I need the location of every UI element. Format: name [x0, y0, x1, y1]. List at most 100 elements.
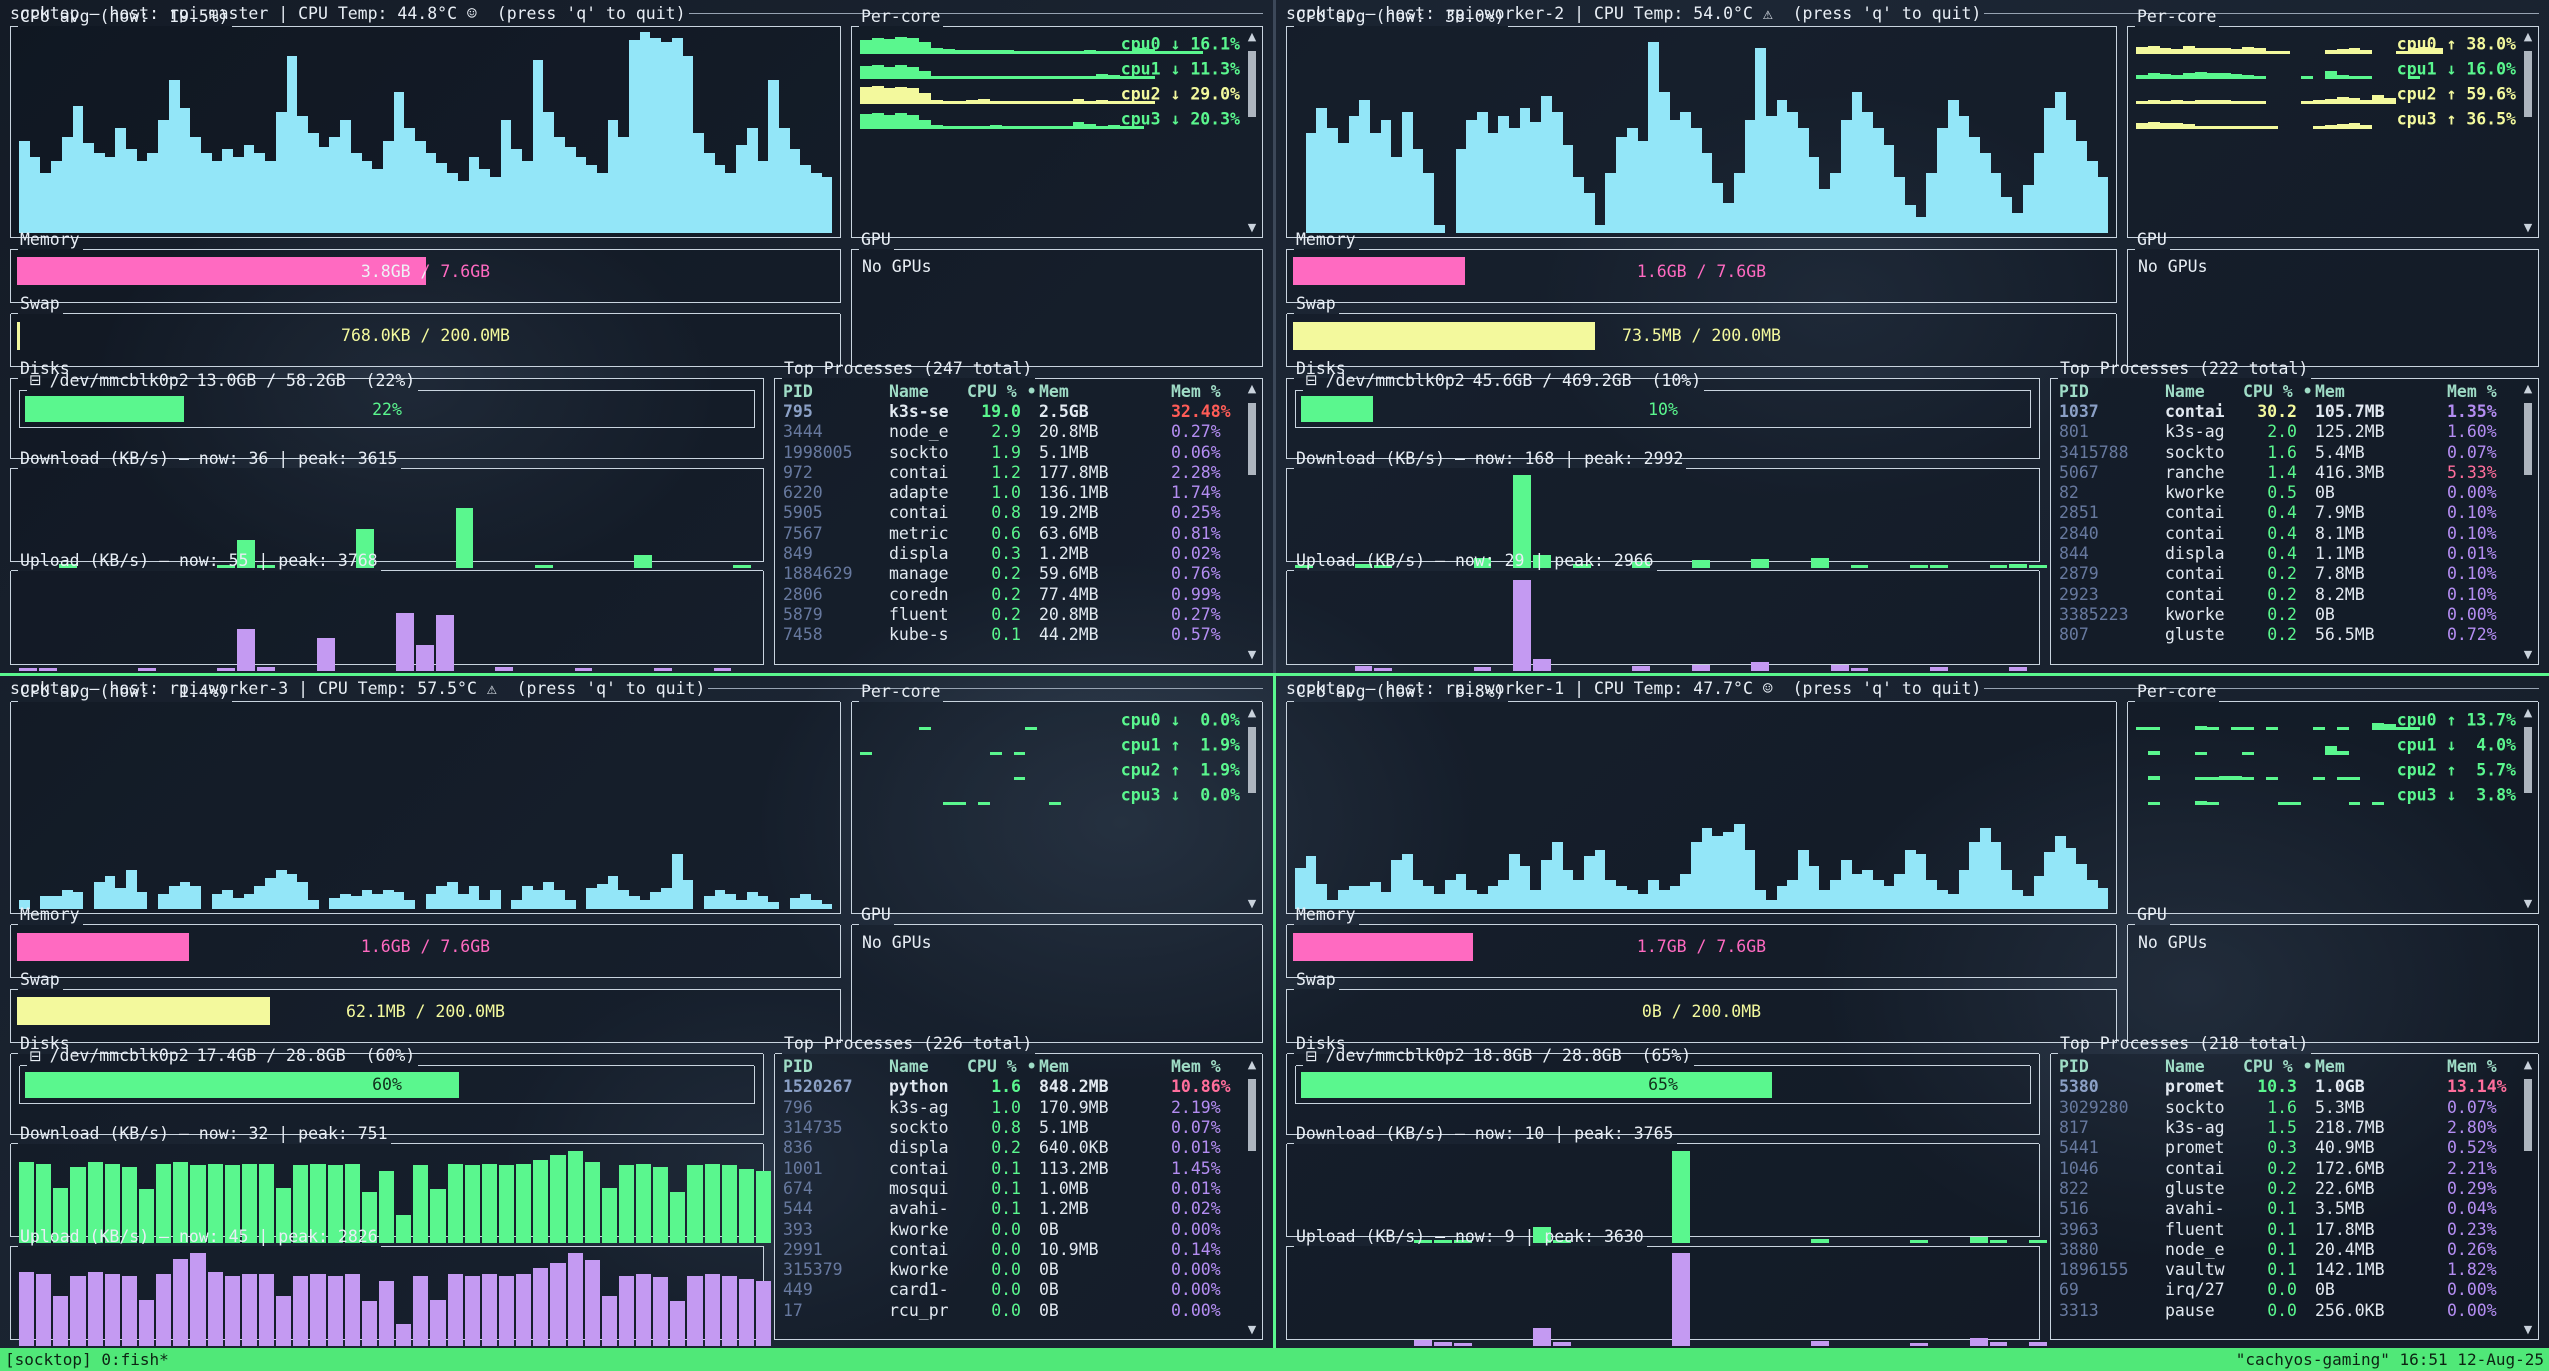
socktop-pane[interactable]: socktop — host: rpi-master | CPU Temp: 4… [0, 0, 1273, 673]
process-row[interactable]: 3029280sockto1.65.3MB0.07% [2059, 1097, 2518, 1117]
process-row[interactable]: 2851contai0.47.9MB0.10% [2059, 503, 2518, 523]
scroll-down-icon[interactable]: ▼ [1245, 649, 1259, 661]
scrollbar[interactable]: ▲ ▼ [2521, 1059, 2535, 1337]
process-row[interactable]: 2879contai0.27.8MB0.10% [2059, 564, 2518, 584]
process-row[interactable]: 801k3s-ag2.0125.2MB1.60% [2059, 422, 2518, 442]
scrollbar-thumb[interactable] [2524, 727, 2532, 793]
process-row[interactable]: 972contai1.2177.8MB2.28% [783, 462, 1242, 482]
scrollbar-thumb[interactable] [1248, 51, 1256, 117]
scrollbar[interactable]: ▲ ▼ [1245, 383, 1259, 661]
process-header-cell[interactable]: CPU % • [967, 382, 1039, 401]
process-row[interactable]: 7458kube-s0.144.2MB0.57% [783, 625, 1242, 645]
socktop-pane[interactable]: socktop — host: rpi-worker-3 | CPU Temp:… [0, 676, 1273, 1349]
process-row[interactable]: 5879fluent0.220.8MB0.27% [783, 604, 1242, 624]
process-row[interactable]: 5441promet0.340.9MB0.52% [2059, 1138, 2518, 1158]
scroll-down-icon[interactable]: ▼ [2521, 1324, 2535, 1336]
scrollbar-thumb[interactable] [1248, 727, 1256, 793]
process-row[interactable]: 2840contai0.48.1MB0.10% [2059, 523, 2518, 543]
scroll-up-icon[interactable]: ▲ [2521, 383, 2535, 395]
process-row[interactable]: 449card1-0.00B0.00% [783, 1280, 1242, 1300]
process-row[interactable]: 795k3s-se19.02.5GB32.48% [783, 401, 1242, 421]
scrollbar[interactable]: ▲ ▼ [1245, 31, 1259, 234]
process-cell: 0.07% [2447, 443, 2518, 462]
process-row[interactable]: 1998005sockto1.95.1MB0.06% [783, 442, 1242, 462]
socktop-pane[interactable]: socktop — host: rpi-worker-1 | CPU Temp:… [1276, 676, 2549, 1349]
process-header-cell[interactable]: CPU % • [2243, 382, 2315, 401]
process-row[interactable]: 315379kworke0.00B0.00% [783, 1259, 1242, 1279]
process-row[interactable]: 817k3s-ag1.5218.7MB2.80% [2059, 1117, 2518, 1137]
process-row[interactable]: 5905contai0.819.2MB0.25% [783, 503, 1242, 523]
process-row[interactable]: 1520267python1.6848.2MB10.86% [783, 1077, 1242, 1097]
socktop-pane[interactable]: socktop — host: rpi-worker-2 | CPU Temp:… [1276, 0, 2549, 673]
process-row[interactable]: 849displa0.31.2MB0.02% [783, 543, 1242, 563]
scroll-down-icon[interactable]: ▼ [2521, 649, 2535, 661]
process-row[interactable]: 822gluste0.222.6MB0.29% [2059, 1178, 2518, 1198]
chart-bar [469, 886, 480, 908]
scroll-down-icon[interactable]: ▼ [1245, 222, 1259, 234]
process-row[interactable]: 5067ranche1.4416.3MB5.33% [2059, 462, 2518, 482]
process-row[interactable]: 2991contai0.010.9MB0.14% [783, 1239, 1242, 1259]
process-header-cell[interactable]: CPU % • [2243, 1057, 2315, 1076]
scroll-down-icon[interactable]: ▼ [1245, 1324, 1259, 1336]
chart-bar [1391, 860, 1402, 908]
process-row[interactable]: 674mosqui0.11.0MB0.01% [783, 1178, 1242, 1198]
status-window-list[interactable]: [socktop] 0:fish* [5, 1350, 169, 1369]
scroll-up-icon[interactable]: ▲ [2521, 707, 2535, 719]
process-row[interactable]: 6220adapte1.0136.1MB1.74% [783, 482, 1242, 502]
process-row[interactable]: 3444node_e2.920.8MB0.27% [783, 422, 1242, 442]
process-row[interactable]: 2923contai0.28.2MB0.10% [2059, 584, 2518, 604]
process-row[interactable]: 3880node_e0.120.4MB0.26% [2059, 1239, 2518, 1259]
scrollbar-thumb[interactable] [2524, 403, 2532, 475]
process-row[interactable]: 3415788sockto1.65.4MB0.07% [2059, 442, 2518, 462]
process-row[interactable]: 3313pause0.0256.0KB0.00% [2059, 1300, 2518, 1320]
process-row[interactable]: 314735sockto0.85.1MB0.07% [783, 1117, 1242, 1137]
scroll-up-icon[interactable]: ▲ [1245, 31, 1259, 43]
process-row[interactable]: 544avahi-0.11.2MB0.02% [783, 1199, 1242, 1219]
process-cell: 30.2 [2243, 402, 2315, 421]
chart-bar [554, 137, 565, 233]
scroll-up-icon[interactable]: ▲ [1245, 383, 1259, 395]
process-row[interactable]: 1046contai0.2172.6MB2.21% [2059, 1158, 2518, 1178]
scroll-down-icon[interactable]: ▼ [1245, 898, 1259, 910]
process-header-cell[interactable]: CPU % • [967, 1057, 1039, 1076]
process-row[interactable]: 5380promet10.31.0GB13.14% [2059, 1077, 2518, 1097]
process-row[interactable]: 796k3s-ag1.0170.9MB2.19% [783, 1097, 1242, 1117]
scrollbar-thumb[interactable] [2524, 1079, 2532, 1151]
scrollbar[interactable]: ▲ ▼ [1245, 707, 1259, 910]
process-row[interactable]: 1037contai30.2105.7MB1.35% [2059, 401, 2518, 421]
scrollbar[interactable]: ▲ ▼ [2521, 707, 2535, 910]
scroll-up-icon[interactable]: ▲ [1245, 707, 1259, 719]
process-cell: sockto [2165, 443, 2243, 462]
process-cell: 5.1MB [1039, 443, 1171, 462]
process-header-cell: PID [2059, 382, 2165, 401]
chart-bar [1777, 100, 1788, 233]
process-row[interactable]: 3385223kworke0.20B0.00% [2059, 604, 2518, 624]
process-row[interactable]: 836displa0.2640.0KB0.01% [783, 1138, 1242, 1158]
scroll-up-icon[interactable]: ▲ [2521, 1059, 2535, 1071]
process-row[interactable]: 844displa0.41.1MB0.01% [2059, 543, 2518, 563]
process-row[interactable]: 82kworke0.50B0.00% [2059, 482, 2518, 502]
process-row[interactable]: 3963fluent0.117.8MB0.23% [2059, 1219, 2518, 1239]
process-row[interactable]: 1001contai0.1113.2MB1.45% [783, 1158, 1242, 1178]
scroll-down-icon[interactable]: ▼ [2521, 898, 2535, 910]
scrollbar[interactable]: ▲ ▼ [2521, 383, 2535, 661]
process-row[interactable]: 393kworke0.00B0.00% [783, 1219, 1242, 1239]
process-row[interactable]: 69irq/270.00B0.00% [2059, 1280, 2518, 1300]
scrollbar-thumb[interactable] [2524, 51, 2532, 117]
scrollbar[interactable]: ▲ ▼ [2521, 31, 2535, 234]
chart-bar [2254, 101, 2266, 104]
process-header-cell: PID [783, 382, 889, 401]
process-row[interactable]: 516avahi-0.13.5MB0.04% [2059, 1199, 2518, 1219]
scrollbar-thumb[interactable] [1248, 403, 1256, 475]
scroll-up-icon[interactable]: ▲ [2521, 31, 2535, 43]
process-row[interactable]: 17rcu_pr0.00B0.00% [783, 1300, 1242, 1320]
process-row[interactable]: 1896155vaultw0.1142.1MB1.82% [2059, 1259, 2518, 1279]
process-row[interactable]: 807gluste0.256.5MB0.72% [2059, 625, 2518, 645]
scrollbar[interactable]: ▲ ▼ [1245, 1059, 1259, 1337]
process-row[interactable]: 1884629manage0.259.6MB0.76% [783, 564, 1242, 584]
process-row[interactable]: 2806coredn0.277.4MB0.99% [783, 584, 1242, 604]
scrollbar-thumb[interactable] [1248, 1079, 1256, 1151]
scroll-up-icon[interactable]: ▲ [1245, 1059, 1259, 1071]
process-row[interactable]: 7567metric0.663.6MB0.81% [783, 523, 1242, 543]
scroll-down-icon[interactable]: ▼ [2521, 222, 2535, 234]
